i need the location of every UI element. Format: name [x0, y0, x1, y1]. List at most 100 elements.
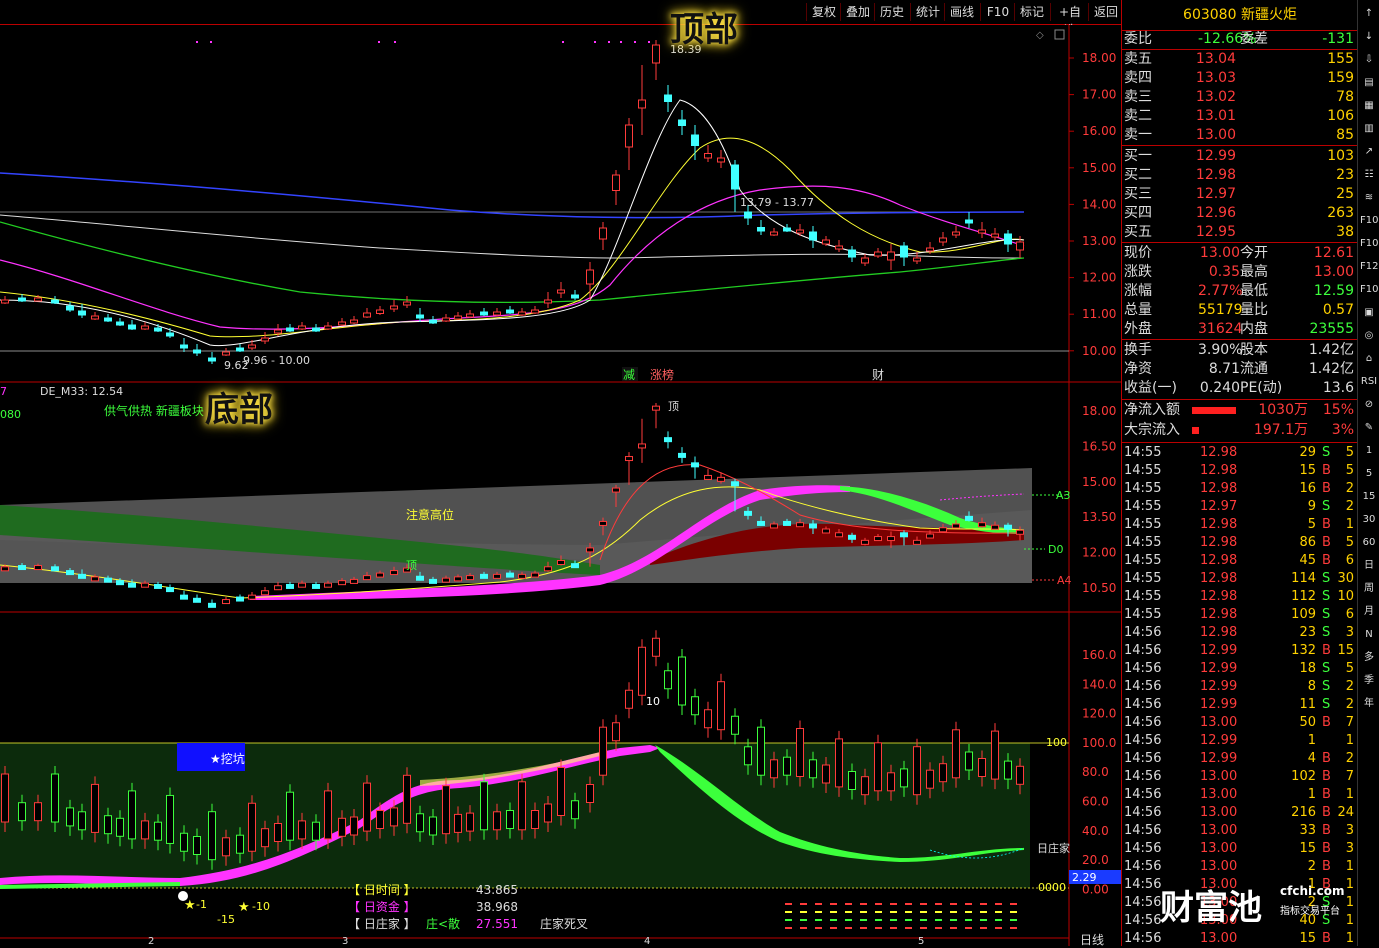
side-tool-icon[interactable]: 季 — [1360, 673, 1378, 689]
tick-row[interactable]: 14:56 13.00 15 B 3 — [1122, 840, 1358, 858]
tick-side: B — [1322, 481, 1331, 496]
side-tool-icon[interactable]: ✎ — [1360, 420, 1378, 436]
signal-dash — [815, 911, 822, 913]
tick-price: 13.00 — [1200, 859, 1238, 874]
tick-count: 2 — [1345, 499, 1354, 514]
ask-row[interactable]: 卖二 13.01 106 — [1122, 107, 1358, 126]
side-tool-icon[interactable]: 5 — [1360, 466, 1378, 482]
tick-row[interactable]: 14:55 12.98 16 B 2 — [1122, 480, 1358, 498]
tick-row[interactable]: 14:56 12.99 4 B 2 — [1122, 750, 1358, 768]
side-tool-icon[interactable]: RSI — [1360, 374, 1378, 390]
ask-row[interactable]: 卖一 13.00 85 — [1122, 126, 1358, 145]
signal-dash — [1010, 911, 1017, 913]
candle-body — [731, 164, 739, 190]
side-tool-icon[interactable]: 月 — [1360, 604, 1378, 620]
tick-row[interactable]: 14:55 12.98 86 B 5 — [1122, 534, 1358, 552]
kline-chart-area[interactable]: 18.00 17.00 16.00 15.00 14.00 13.00 12.00 11.00… — [0, 24, 1121, 946]
tick-row[interactable]: 14:55 12.98 15 B 5 — [1122, 462, 1358, 480]
tick-count: 1 — [1345, 859, 1354, 874]
bid-row[interactable]: 买一 12.99 103 — [1122, 147, 1358, 166]
tick-row[interactable]: 14:56 12.99 132 B 15 — [1122, 642, 1358, 660]
tick-row[interactable]: 14:56 13.00 2 B 1 — [1122, 858, 1358, 876]
side-tool-icon[interactable]: F12 — [1360, 259, 1378, 275]
tick-row[interactable]: 14:55 12.98 114 S 30 — [1122, 570, 1358, 588]
tick-row[interactable]: 14:55 12.98 5 B 1 — [1122, 516, 1358, 534]
side-tool-icon[interactable]: ☷ — [1360, 167, 1378, 183]
side-tool-icon[interactable]: ≋ — [1360, 190, 1378, 206]
side-tool-icon[interactable]: ⇩ — [1360, 52, 1378, 68]
side-tool-icon[interactable]: ▦ — [1360, 98, 1378, 114]
toolbar-button-lishi[interactable]: 历史 — [874, 3, 909, 21]
side-tool-icon[interactable]: F10 — [1360, 213, 1378, 229]
ask-price: 13.04 — [1195, 51, 1236, 67]
tick-row[interactable]: 14:56 13.00 33 B 3 — [1122, 822, 1358, 840]
side-tool-icon[interactable]: 周 — [1360, 581, 1378, 597]
chart-toolbar: 复权 叠加 历史 统计 画线 F10 标记 +自选 返回 — [0, 0, 1123, 37]
tick-row[interactable]: 14:56 12.99 11 S 2 — [1122, 696, 1358, 714]
tick-row[interactable]: 14:56 13.00 15 B 1 — [1122, 930, 1358, 948]
sub2-candle-body — [717, 681, 725, 731]
ask-row[interactable]: 卖五 13.04 155 — [1122, 50, 1358, 69]
sub1-candle-body — [571, 563, 579, 569]
tick-row[interactable]: 14:56 12.99 18 S 5 — [1122, 660, 1358, 678]
side-tool-icon[interactable]: ▥ — [1360, 121, 1378, 137]
toolbar-button-fuquan[interactable]: 复权 — [806, 3, 841, 21]
ask-volume: 155 — [1327, 51, 1354, 67]
side-tool-icon[interactable]: 年 — [1360, 696, 1378, 712]
tick-row[interactable]: 14:55 12.98 112 S 10 — [1122, 588, 1358, 606]
tick-row[interactable]: 14:55 12.97 9 S 2 — [1122, 498, 1358, 516]
ask-row[interactable]: 卖四 13.03 159 — [1122, 69, 1358, 88]
tick-row[interactable]: 14:56 13.00 102 B 7 — [1122, 768, 1358, 786]
ask-row[interactable]: 卖三 13.02 78 — [1122, 88, 1358, 107]
bid-row[interactable]: 买四 12.96 263 — [1122, 204, 1358, 223]
side-tool-icon[interactable]: 30 — [1360, 512, 1378, 528]
bid-row[interactable]: 买五 12.95 38 — [1122, 223, 1358, 242]
tick-row[interactable]: 14:56 13.00 216 B 24 — [1122, 804, 1358, 822]
side-tool-icon[interactable]: 15 — [1360, 489, 1378, 505]
tick-row[interactable]: 14:56 12.99 1 1 — [1122, 732, 1358, 750]
toolbar-button-f10[interactable]: F10 — [980, 3, 1015, 21]
side-tool-icon[interactable]: 60 — [1360, 535, 1378, 551]
side-tool-icon[interactable]: ↗ — [1360, 144, 1378, 160]
tick-row[interactable]: 14:56 13.00 1 B 1 — [1122, 786, 1358, 804]
side-tool-icon[interactable]: F10 — [1360, 282, 1378, 298]
sub2-axis-label: 20.0 — [1082, 853, 1109, 867]
tick-side: S — [1322, 697, 1331, 712]
tick-price: 12.98 — [1200, 625, 1238, 640]
side-tool-icon[interactable]: F10 — [1360, 236, 1378, 252]
tick-price: 12.98 — [1200, 571, 1238, 586]
candle-body — [822, 239, 830, 245]
toolbar-button-back[interactable]: 返回 — [1088, 3, 1123, 21]
side-tool-icon[interactable]: 日 — [1360, 558, 1378, 574]
candle-body — [493, 311, 501, 316]
toolbar-button-biaoji[interactable]: 标记 — [1014, 3, 1049, 21]
sub1-candle-body — [586, 547, 594, 553]
side-tool-icon[interactable]: 1 — [1360, 443, 1378, 459]
candle-body — [248, 344, 256, 349]
side-tool-icon[interactable]: N — [1360, 627, 1378, 643]
row-label-2: 股本 — [1240, 342, 1268, 358]
side-tool-icon[interactable]: ◎ — [1360, 328, 1378, 344]
side-tool-icon[interactable]: 多 — [1360, 650, 1378, 666]
side-tool-icon[interactable]: ↑ — [1360, 6, 1378, 22]
tick-row[interactable]: 14:56 12.98 23 S 3 — [1122, 624, 1358, 642]
tick-row[interactable]: 14:55 12.98 109 S 6 — [1122, 606, 1358, 624]
side-tool-icon[interactable]: ⊘ — [1360, 397, 1378, 413]
main-axis-label: 18.00 — [1082, 51, 1116, 65]
side-tool-icon[interactable]: ▣ — [1360, 305, 1378, 321]
tick-row[interactable]: 14:56 13.00 50 B 7 — [1122, 714, 1358, 732]
bid-row[interactable]: 买二 12.98 23 — [1122, 166, 1358, 185]
toolbar-button-add-watchlist[interactable]: +自选 — [1050, 3, 1089, 37]
tick-row[interactable]: 14:55 12.98 29 S 5 — [1122, 444, 1358, 462]
tick-row[interactable]: 14:55 12.98 45 B 6 — [1122, 552, 1358, 570]
side-tool-icon[interactable]: ▤ — [1360, 75, 1378, 91]
toolbar-button-diejia[interactable]: 叠加 — [840, 3, 875, 21]
side-tool-icon[interactable]: ⌂ — [1360, 351, 1378, 367]
side-tool-icon[interactable]: ↓ — [1360, 29, 1378, 45]
sub2-candle-body — [887, 772, 895, 792]
bid-row[interactable]: 买三 12.97 25 — [1122, 185, 1358, 204]
toolbar-button-huaxian[interactable]: 画线 — [944, 3, 979, 21]
toolbar-button-tongji[interactable]: 统计 — [910, 3, 945, 21]
tick-row[interactable]: 14:56 12.99 8 S 2 — [1122, 678, 1358, 696]
sub1-candle-body — [390, 570, 398, 576]
